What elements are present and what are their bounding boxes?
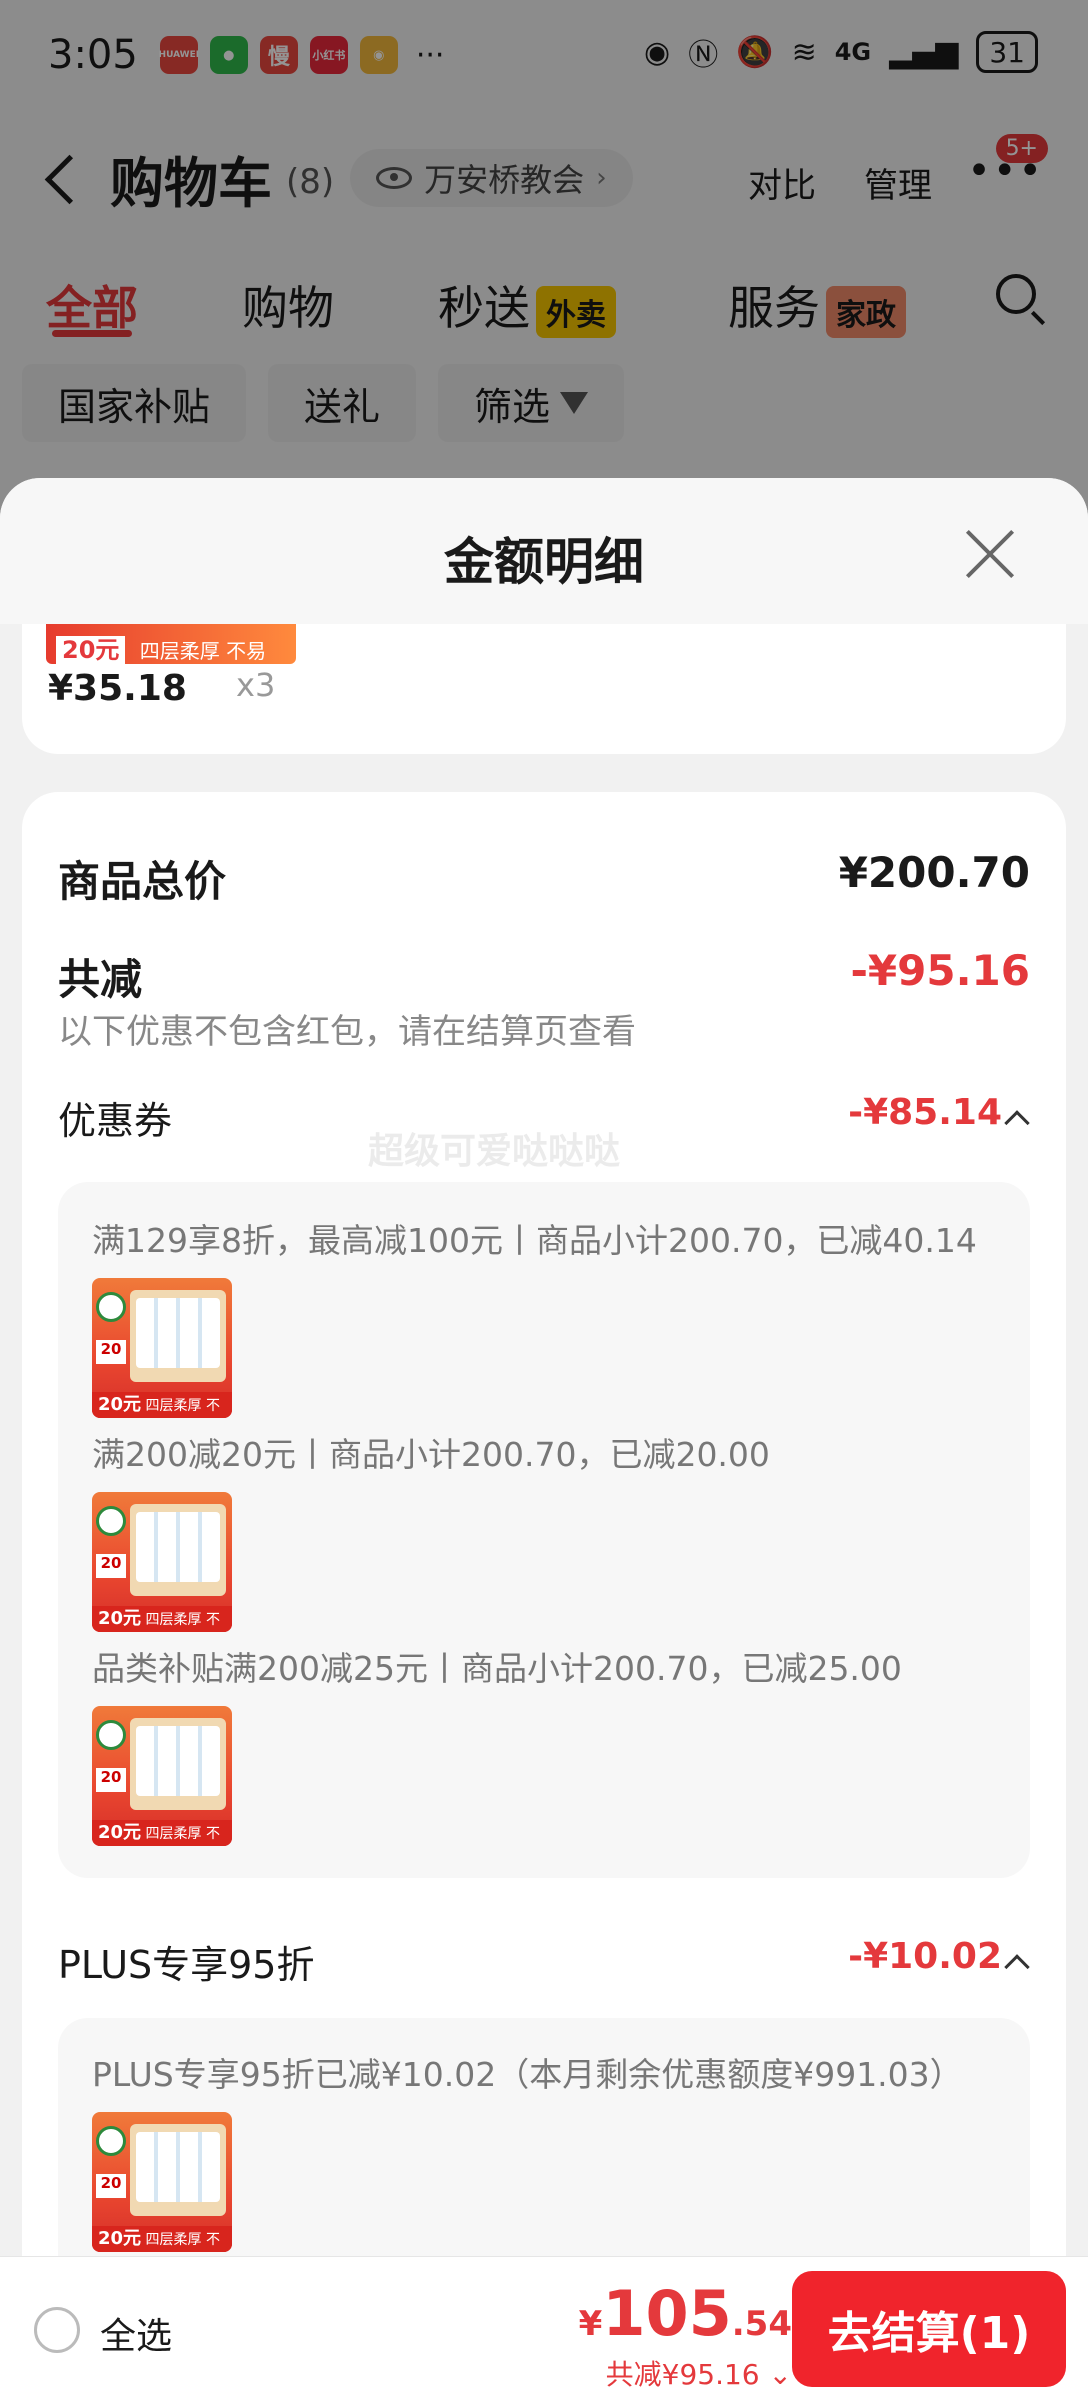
- brand-logo-icon: [96, 2126, 126, 2156]
- checkout-button[interactable]: 去结算(1): [792, 2271, 1066, 2387]
- close-icon[interactable]: [962, 526, 1018, 582]
- price-integer: 105: [602, 2277, 732, 2350]
- coupon-label[interactable]: 优惠券: [58, 1090, 172, 1145]
- total-price-label: 商品总价: [58, 857, 227, 906]
- tissue-pack-graphic: [130, 1504, 226, 1596]
- watermark: 超级可爱哒哒哒: [368, 1131, 621, 1172]
- brand-logo-icon: [96, 1292, 126, 1322]
- product-image[interactable]: 20 20元 四层柔厚 不易分层: [92, 1706, 232, 1846]
- product-image[interactable]: 20 20元 四层柔厚 不易分层: [92, 2112, 232, 2252]
- badge-20: 20: [96, 1340, 126, 1364]
- plus-discount-value[interactable]: -¥10.02: [848, 1936, 1002, 1977]
- product-promo-strip: 20元 四层柔厚 不易分层: [92, 1820, 232, 1846]
- product-thumbnail[interactable]: 20元 四层柔厚 不易分层: [46, 624, 296, 693]
- coupon-line: 满129享8折，最高减100元丨商品小计200.70，已减40.14: [92, 1221, 977, 1260]
- saved-amount[interactable]: 共减¥95.16 ⌄: [606, 2353, 792, 2393]
- discount-value: -¥95.16: [850, 946, 1030, 995]
- tissue-pack-graphic: [130, 2124, 226, 2216]
- product-image[interactable]: 20 20元 四层柔厚 不易分层: [92, 1492, 232, 1632]
- item-price: ¥35.18: [48, 668, 187, 709]
- checkout-bar: 全选 ¥105.54 共减¥95.16 ⌄ 去结算(1): [0, 2256, 1088, 2400]
- total-price-value: ¥200.70: [838, 848, 1030, 897]
- select-all-label[interactable]: 全选: [100, 2307, 172, 2359]
- currency-symbol: ¥: [578, 2304, 603, 2344]
- brand-logo-icon: [96, 1506, 126, 1536]
- product-promo-strip: 20元 四层柔厚 不易分层: [92, 1392, 232, 1418]
- badge-20: 20: [96, 1554, 126, 1578]
- product-image[interactable]: 20 20元 四层柔厚 不易分层: [92, 1278, 232, 1418]
- product-promo-price: 20元: [98, 1394, 142, 1415]
- amount-detail-sheet: 金额明细 20元 四层柔厚 不易分层 ¥35.18 x3 商品总价 ¥200.7…: [0, 478, 1088, 2400]
- chevron-up-icon[interactable]: [1004, 1954, 1030, 1980]
- product-promo-price: 20元: [98, 2228, 142, 2249]
- tissue-pack-graphic: [130, 1718, 226, 1810]
- badge-20: 20: [96, 2174, 126, 2198]
- product-promo-price: 20元: [98, 1822, 142, 1843]
- coupon-detail-box: 满129享8折，最高减100元丨商品小计200.70，已减40.14 20 20…: [58, 1182, 1030, 1878]
- badge-20: 20: [96, 1768, 126, 1792]
- plus-detail-line: PLUS专享95折已减¥10.02（本月剩余优惠额度¥991.03）: [92, 2055, 963, 2094]
- saved-amount-label: 共减¥95.16: [605, 2358, 760, 2391]
- item-quantity: x3: [236, 666, 276, 704]
- brand-logo-icon: [96, 1720, 126, 1750]
- select-all-radio[interactable]: [34, 2307, 80, 2353]
- price-summary-card: 商品总价 ¥200.70 共减 -¥95.16 以下优惠不包含红包，请在结算页查…: [22, 792, 1066, 2400]
- chevron-down-icon: ⌄: [768, 2358, 792, 2391]
- product-promo-price: 20元: [98, 1608, 142, 1629]
- cart-item-card: 20元 四层柔厚 不易分层 ¥35.18 x3: [22, 624, 1066, 754]
- product-promo-strip: 20元 四层柔厚 不易分层: [92, 1606, 232, 1632]
- promo-price: 20元: [56, 636, 126, 664]
- coupon-line: 满200减20元丨商品小计200.70，已减20.00: [92, 1435, 770, 1474]
- discount-label: 共减: [58, 955, 143, 1004]
- price-decimal: .54: [731, 2304, 792, 2344]
- discount-note: 以下优惠不包含红包，请在结算页查看: [58, 1012, 636, 1052]
- plus-discount-label[interactable]: PLUS专享95折: [58, 1934, 314, 1989]
- coupon-line: 品类补贴满200减25元丨商品小计200.70，已减25.00: [92, 1649, 902, 1688]
- chevron-up-icon[interactable]: [1004, 1110, 1030, 1136]
- coupon-value[interactable]: -¥85.14: [848, 1092, 1002, 1133]
- total-payable: ¥105.54: [579, 2277, 792, 2350]
- product-promo-strip: 20元 四层柔厚 不易分层: [92, 2226, 232, 2252]
- sheet-header: 金额明细: [0, 478, 1088, 624]
- tissue-pack-graphic: [130, 1290, 226, 1382]
- sheet-title: 金额明细: [444, 533, 644, 591]
